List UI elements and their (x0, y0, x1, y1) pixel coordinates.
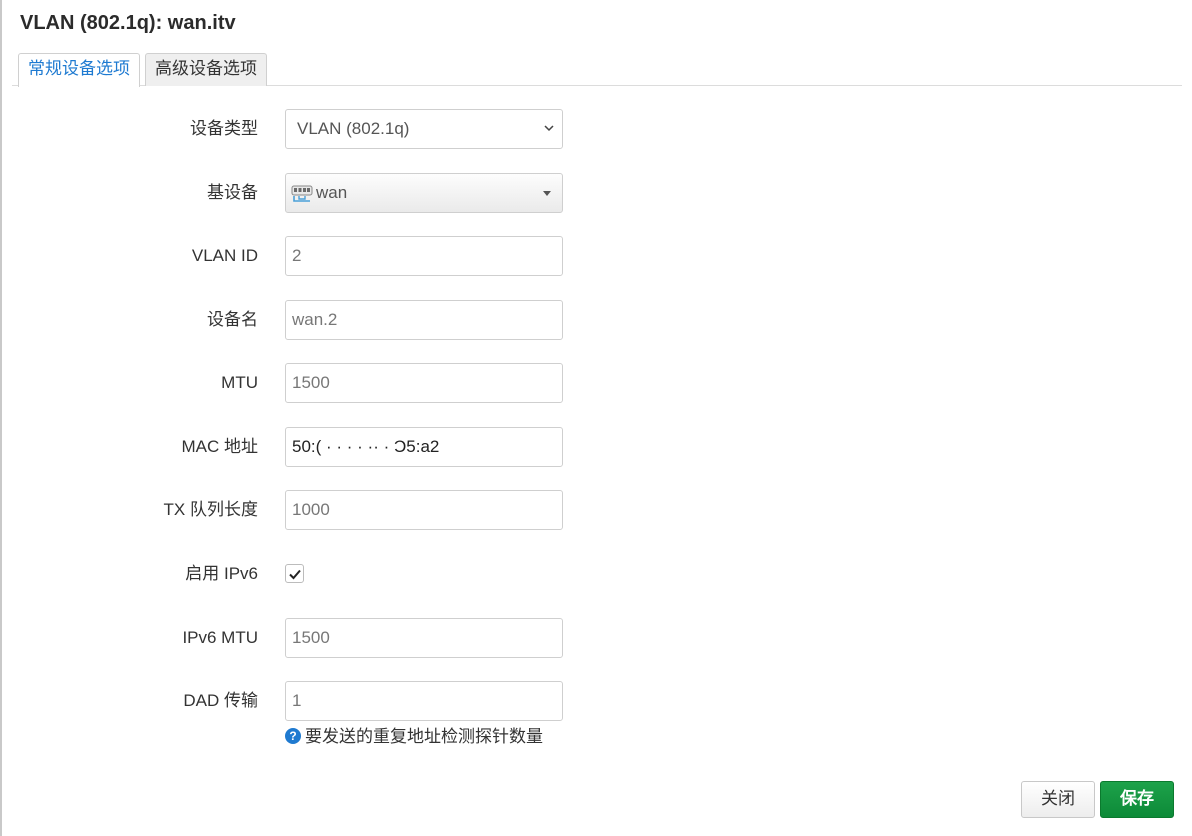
dad-help: ? 要发送的重复地址检测探针数量 (285, 726, 543, 748)
mac-label: MAC 地址 (181, 437, 259, 456)
row-ipv6-mtu: IPv6 MTU 1500 (0, 618, 1192, 658)
ethernet-switch-icon (291, 185, 313, 202)
vlan-id-input[interactable]: 2 (285, 236, 563, 276)
ipv6-mtu-label: IPv6 MTU (182, 628, 258, 647)
checkmark-icon (289, 569, 301, 580)
device-type-select[interactable]: VLAN (802.1q) (285, 109, 563, 149)
device-type-label: 设备类型 (190, 119, 258, 138)
device-name-input[interactable]: wan.2 (285, 300, 563, 340)
row-device-type: 设备类型 VLAN (802.1q) (0, 109, 1192, 149)
row-txqueuelen: TX 队列长度 1000 (0, 490, 1192, 530)
mtu-input[interactable]: 1500 (285, 363, 563, 403)
ipv6-checkbox[interactable] (285, 564, 304, 583)
dad-label: DAD 传输 (183, 691, 258, 710)
base-device-dropdown[interactable]: wan (285, 173, 563, 213)
vlan-id-label: VLAN ID (191, 246, 258, 265)
txqueuelen-input[interactable]: 1000 (285, 490, 563, 530)
chevron-down-icon (544, 125, 554, 132)
base-device-label: 基设备 (207, 183, 258, 202)
dad-input[interactable]: 1 (285, 681, 563, 721)
row-base-device: 基设备 wan (0, 173, 1192, 213)
device-name-label: 设备名 (207, 310, 258, 329)
row-mac: MAC 地址 50:( · · · · ·· · Ɔ5:a2 (0, 427, 1192, 467)
dialog-title: VLAN (802.1q): wan.itv (20, 12, 236, 34)
ipv6-mtu-input[interactable]: 1500 (285, 618, 563, 658)
dad-help-text: 要发送的重复地址检测探针数量 (305, 727, 543, 747)
row-ipv6: 启用 IPv6 (0, 554, 1192, 594)
mtu-label: MTU (221, 373, 258, 392)
ipv6-label: 启用 IPv6 (185, 564, 258, 583)
device-type-value: VLAN (802.1q) (297, 119, 410, 138)
close-button[interactable]: 关闭 (1021, 781, 1095, 818)
question-icon: ? (285, 728, 301, 744)
save-button[interactable]: 保存 (1100, 781, 1174, 818)
tab-general[interactable]: 常规设备选项 (18, 53, 140, 87)
row-dad: DAD 传输 1 (0, 681, 1192, 721)
row-device-name: 设备名 wan.2 (0, 300, 1192, 340)
txqueuelen-label: TX 队列长度 (163, 500, 258, 519)
mac-input[interactable]: 50:( · · · · ·· · Ɔ5:a2 (285, 427, 563, 467)
tab-advanced[interactable]: 高级设备选项 (145, 53, 267, 86)
tab-bar: 常规设备选项 高级设备选项 (12, 52, 1182, 87)
row-mtu: MTU 1500 (0, 363, 1192, 403)
row-vlan-id: VLAN ID 2 (0, 236, 1192, 276)
caret-down-icon (543, 191, 551, 196)
base-device-value: wan (316, 183, 348, 202)
